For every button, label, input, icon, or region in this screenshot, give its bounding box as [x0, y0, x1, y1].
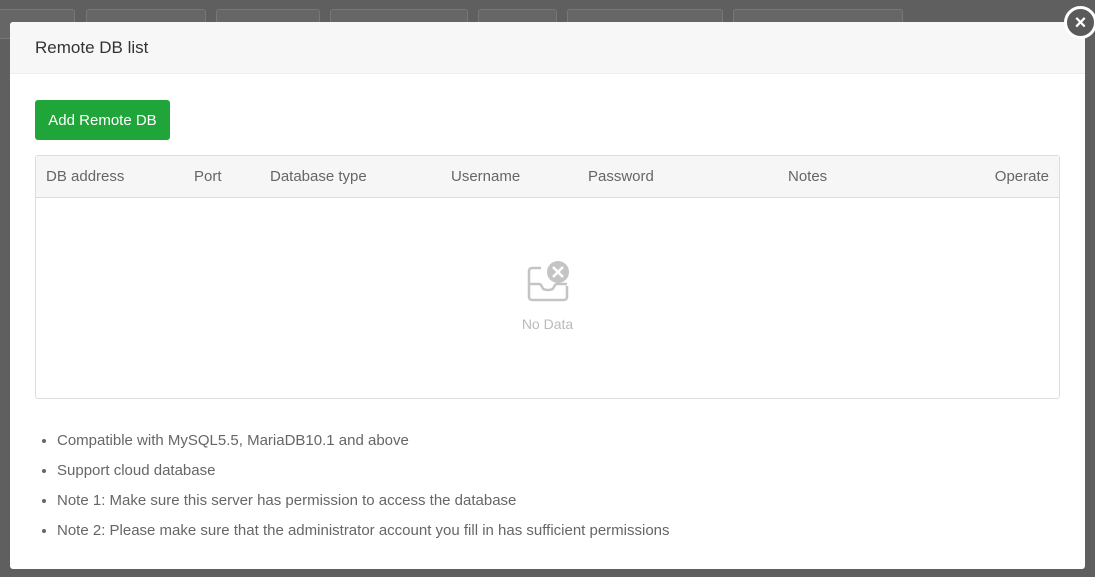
column-database-type: Database type [270, 168, 367, 185]
note-item: Compatible with MySQL5.5, MariaDB10.1 an… [57, 432, 670, 462]
remote-db-dialog: Remote DB list Add Remote DB DB address … [10, 22, 1085, 569]
note-item: Note 2: Please make sure that the admini… [57, 522, 670, 552]
table-header: DB address Port Database type Username P… [36, 156, 1059, 198]
column-notes: Notes [788, 168, 828, 185]
column-password: Password [588, 168, 654, 185]
empty-inbox-icon [527, 261, 569, 302]
add-remote-db-button[interactable]: Add Remote DB [35, 100, 170, 140]
close-icon: × [1074, 11, 1087, 34]
notes-list: Compatible with MySQL5.5, MariaDB10.1 an… [57, 432, 670, 552]
dialog-title: Remote DB list [35, 37, 149, 57]
empty-text: No Data [521, 316, 574, 332]
note-item: Note 1: Make sure this server has permis… [57, 492, 670, 522]
column-db-address: DB address [46, 168, 125, 185]
close-button[interactable]: × [1064, 6, 1095, 39]
column-username: Username [451, 168, 521, 185]
column-port: Port [194, 168, 222, 185]
note-item: Support cloud database [57, 462, 670, 492]
remote-db-table: DB address Port Database type Username P… [35, 155, 1060, 399]
dialog-header: Remote DB list [10, 22, 1085, 74]
empty-state: No Data [36, 260, 1059, 332]
column-operate: Operate [994, 168, 1049, 185]
